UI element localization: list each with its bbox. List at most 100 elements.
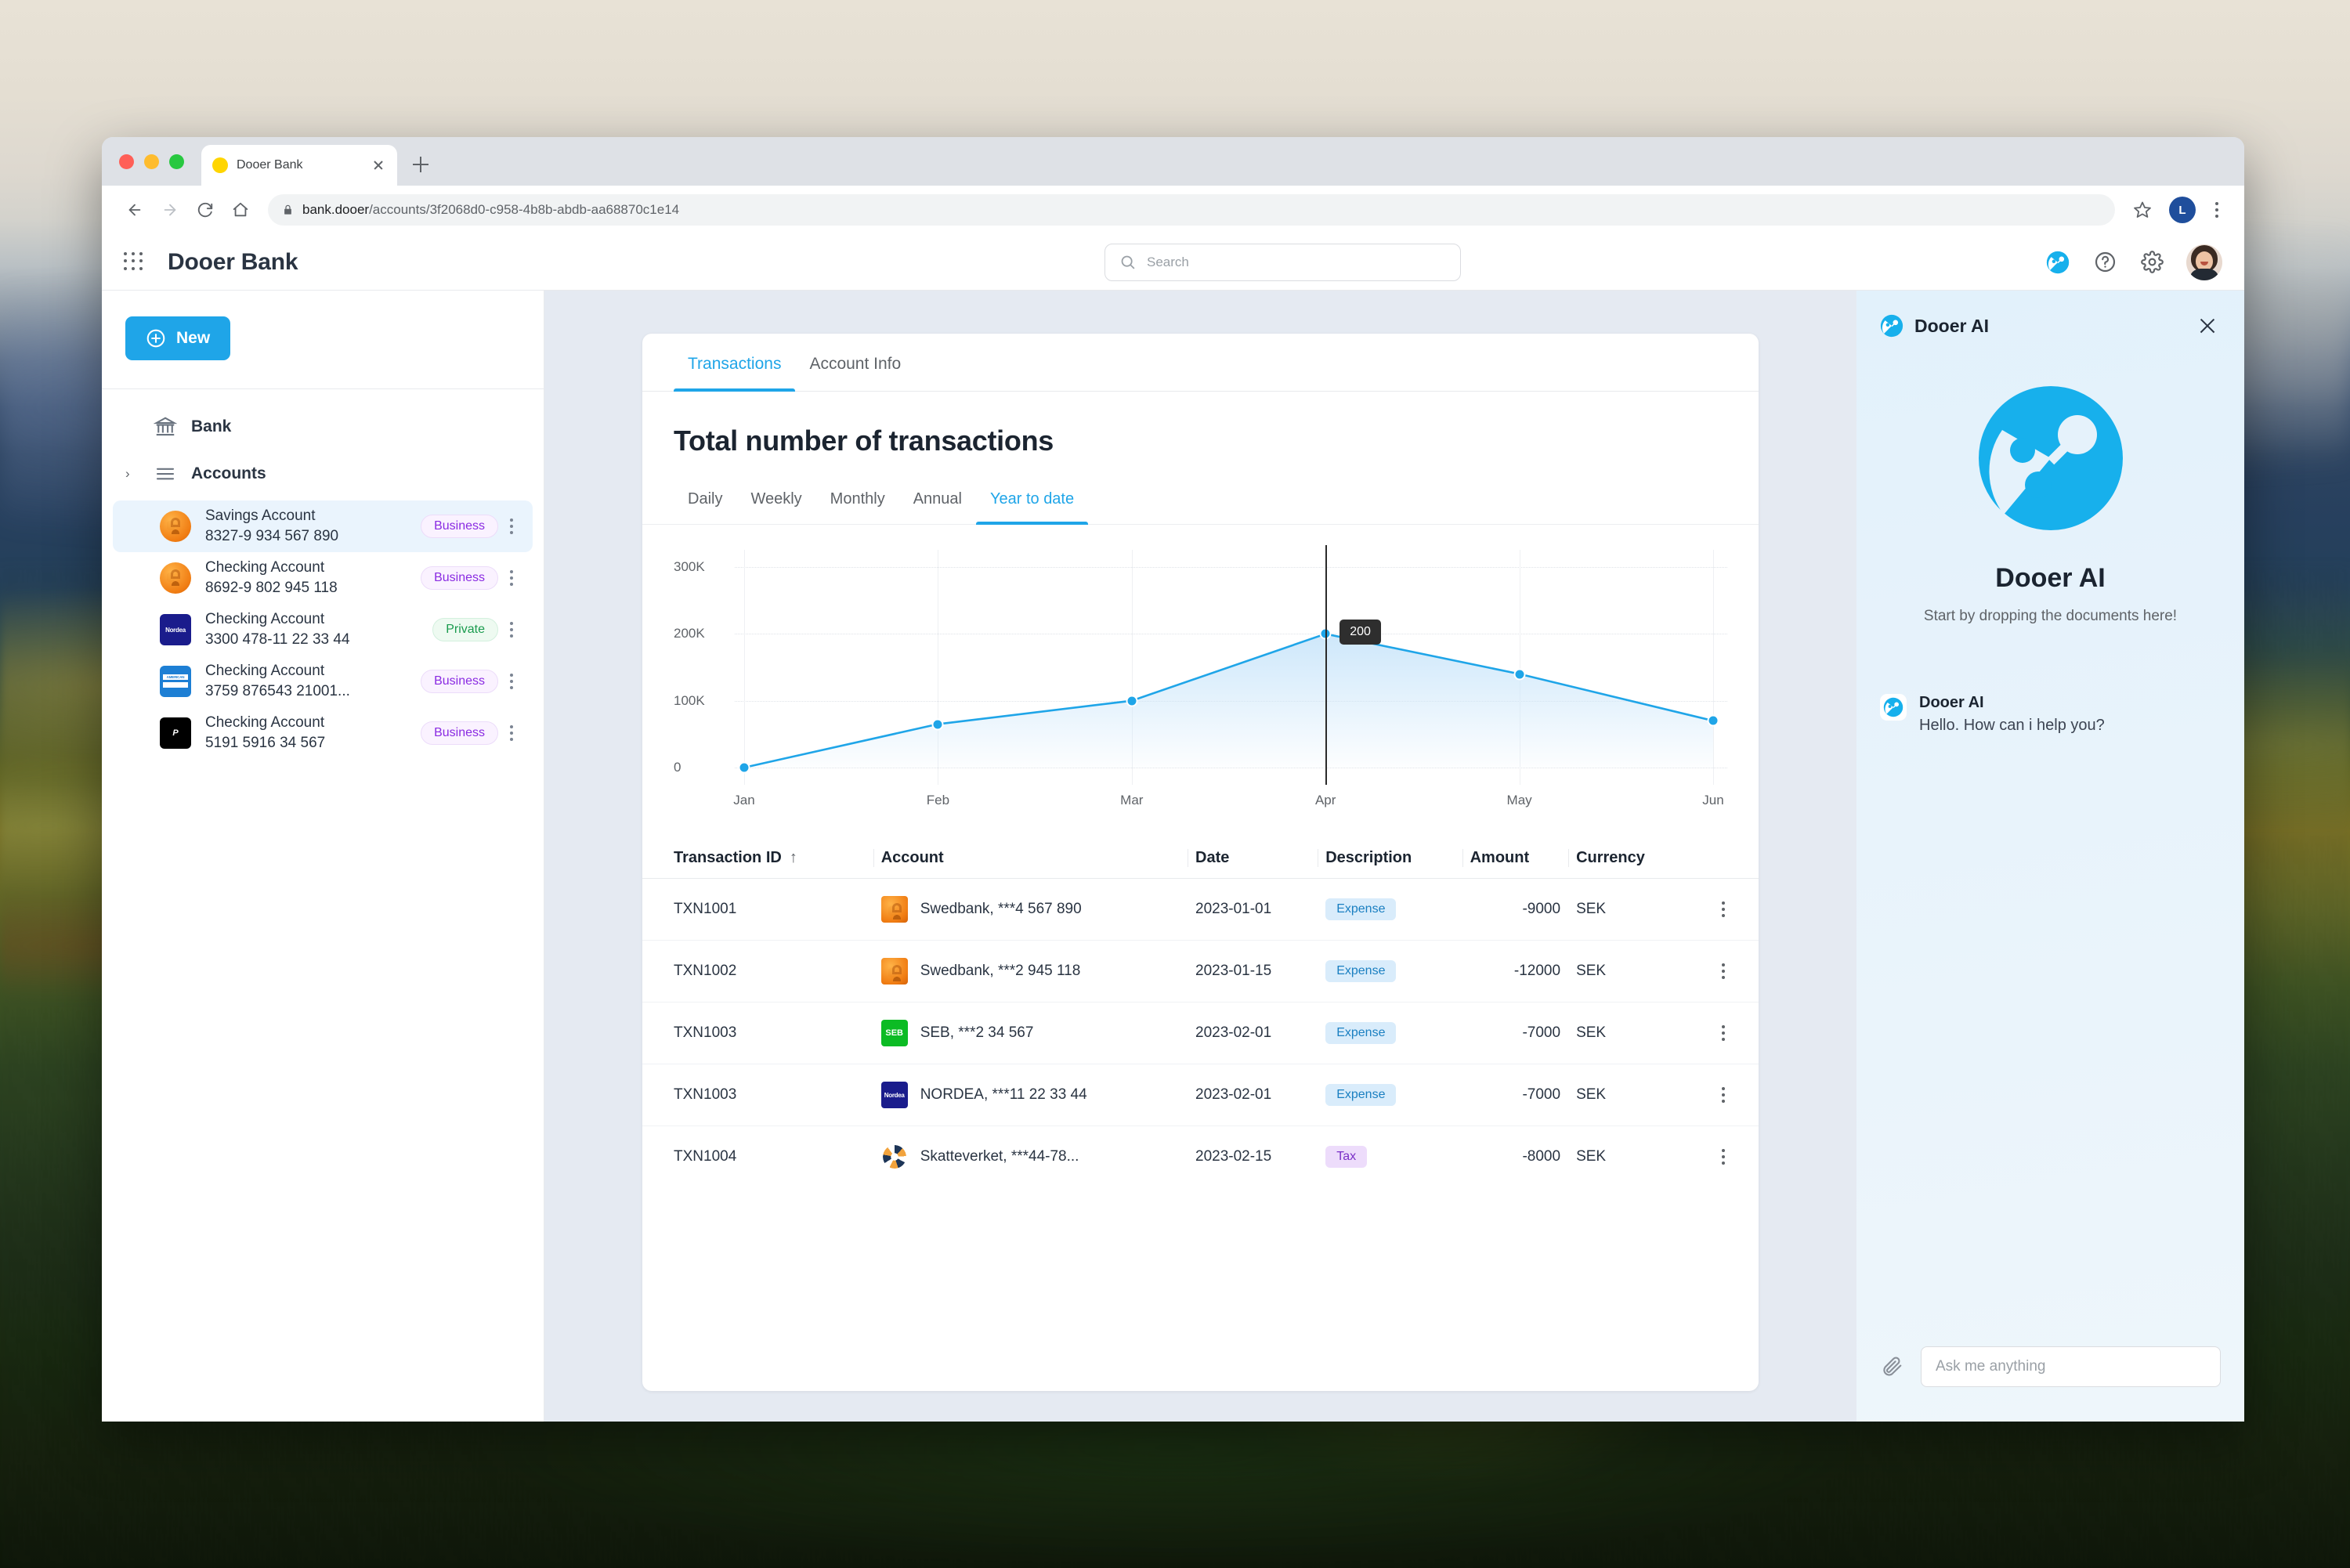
- new-tab-button[interactable]: [407, 150, 435, 179]
- cell-description: Expense: [1318, 1064, 1462, 1126]
- sidebar-account-item[interactable]: Checking Account 8692-9 802 945 118 Busi…: [113, 552, 533, 604]
- table-header-date[interactable]: Date: [1188, 838, 1318, 879]
- range-monthly[interactable]: Monthly: [816, 481, 899, 524]
- new-button[interactable]: New: [125, 316, 231, 360]
- chart-series: [743, 632, 1714, 769]
- account-type-badge: Business: [421, 721, 498, 745]
- row-menu-icon[interactable]: [1696, 963, 1751, 979]
- minimize-window-button[interactable]: [144, 154, 159, 169]
- ai-hero: Dooer AI Start by dropping the documents…: [1856, 380, 2244, 625]
- paperclip-icon[interactable]: [1880, 1353, 1907, 1380]
- account-menu-icon[interactable]: [498, 518, 525, 534]
- table-header-row: Transaction ID ↑ Account Date Description Amo…: [642, 838, 1759, 879]
- bookmark-star-icon[interactable]: [2127, 194, 2158, 226]
- chart-data-point[interactable]: [738, 761, 750, 774]
- settings-gear-icon[interactable]: [2139, 250, 2164, 275]
- chart-data-point[interactable]: [1707, 714, 1719, 727]
- swedbank-icon: [160, 511, 191, 542]
- table-row[interactable]: TXN1002 Swedbank, ***2 945 118 2023-01-1…: [642, 940, 1759, 1003]
- forward-icon[interactable]: [154, 194, 186, 226]
- row-menu-icon[interactable]: [1696, 901, 1751, 917]
- help-icon[interactable]: [2092, 250, 2117, 275]
- user-avatar[interactable]: [2186, 244, 2222, 280]
- row-menu-icon[interactable]: [1696, 1087, 1751, 1103]
- sort-asc-icon[interactable]: ↑: [790, 849, 797, 867]
- table-row[interactable]: TXN1003 Nordea NORDEA, ***11 22 33 44 202…: [642, 1064, 1759, 1126]
- browser-tab[interactable]: Dooer Bank: [201, 145, 397, 186]
- chart-cursor-line: [1325, 545, 1328, 785]
- sidebar-account-item[interactable]: P Checking Account 5191 5916 34 567 Busi…: [113, 707, 533, 759]
- account-number: 3300 478-11 22 33 44: [205, 630, 350, 648]
- chevron-right-icon[interactable]: ›: [125, 466, 139, 482]
- cell-amount: -7000: [1462, 1064, 1569, 1126]
- back-icon[interactable]: [119, 194, 150, 226]
- tab-title: Dooer Bank: [237, 158, 303, 172]
- sidebar-account-item[interactable]: Nordea Checking Account 3300 478-11 22 3…: [113, 604, 533, 656]
- account-menu-icon[interactable]: [498, 570, 525, 586]
- dooer-ai-logo: [1978, 386, 2123, 530]
- table-header-amount[interactable]: Amount: [1462, 838, 1569, 879]
- account-menu-icon[interactable]: [498, 674, 525, 689]
- chart-x-tick: May: [1506, 793, 1532, 807]
- close-icon[interactable]: [2194, 313, 2221, 339]
- ai-message-avatar-icon: [1880, 694, 1907, 721]
- range-weekly[interactable]: Weekly: [736, 481, 815, 524]
- range-annual[interactable]: Annual: [899, 481, 976, 524]
- nordea-icon: Nordea: [880, 1082, 908, 1108]
- table-row[interactable]: TXN1004 Skatteverket, ***44-78... 2023-0…: [642, 1126, 1759, 1188]
- url-path: /accounts/3f2068d0-c958-4b8b-abdb-aa6887…: [369, 202, 680, 217]
- chart-data-point[interactable]: [1126, 695, 1138, 707]
- range-year-to-date[interactable]: Year to date: [975, 481, 1089, 525]
- browser-toolbar: bank.dooer/accounts/3f2068d0-c958-4b8b-a…: [102, 186, 2244, 234]
- dooer-ai-icon[interactable]: [2045, 250, 2070, 275]
- ai-panel-header: Dooer AI: [1856, 291, 2244, 339]
- browser-profile-avatar[interactable]: L: [2169, 197, 2196, 223]
- home-icon[interactable]: [225, 194, 256, 226]
- table-header-description[interactable]: Description: [1318, 838, 1462, 879]
- sidebar-item-bank[interactable]: Bank: [102, 403, 544, 450]
- cell-transaction-id: TXN1004: [674, 1148, 737, 1165]
- transactions-area-chart[interactable]: 0 100K 200K 300K 200: [674, 545, 1727, 785]
- row-menu-icon[interactable]: [1696, 1149, 1751, 1165]
- table-row[interactable]: TXN1001 Swedbank, ***4 567 890 2023-01-0…: [642, 878, 1759, 941]
- account-menu-icon[interactable]: [498, 725, 525, 741]
- maximize-window-button[interactable]: [169, 154, 184, 169]
- address-bar[interactable]: bank.dooer/accounts/3f2068d0-c958-4b8b-a…: [268, 194, 2115, 226]
- close-tab-icon[interactable]: [371, 157, 386, 173]
- sidebar-account-item[interactable]: AMERICAN Checking Account 3759 876543 21…: [113, 656, 533, 707]
- cell-transaction-id: TXN1001: [642, 878, 873, 941]
- row-menu-icon[interactable]: [1696, 1025, 1751, 1041]
- table-row[interactable]: TXN1003 SEB SEB, ***2 34 567 2023-02-01 E…: [642, 1002, 1759, 1064]
- reload-icon[interactable]: [190, 194, 221, 226]
- account-menu-icon[interactable]: [498, 622, 525, 638]
- table-header-transaction-id[interactable]: Transaction ID ↑: [642, 838, 873, 879]
- chart-x-tick: Jan: [733, 793, 755, 807]
- apps-grid-icon[interactable]: [124, 251, 144, 273]
- swedbank-icon: [160, 562, 191, 594]
- sidebar-item-accounts[interactable]: › Accounts: [102, 450, 544, 497]
- search-placeholder: Search: [1147, 254, 1189, 269]
- cell-transaction-id: TXN1003: [642, 1064, 873, 1126]
- sidebar-account-item[interactable]: Savings Account 8327-9 934 567 890 Busin…: [113, 500, 533, 552]
- close-window-button[interactable]: [119, 154, 134, 169]
- account-name: Checking Account: [205, 558, 325, 576]
- chart-data-point[interactable]: [1513, 668, 1526, 681]
- range-daily[interactable]: Daily: [674, 481, 736, 524]
- list-icon: [156, 468, 175, 480]
- swedbank-icon: [880, 896, 908, 923]
- cell-transaction-id: TXN1003: [642, 1002, 873, 1064]
- account-number: 8692-9 802 945 118: [205, 579, 338, 596]
- search-input[interactable]: Search: [1104, 243, 1461, 281]
- chart-y-tick: 100K: [674, 692, 705, 708]
- sidebar-item-bank-label: Bank: [191, 417, 232, 435]
- table-header-account[interactable]: Account: [873, 838, 1188, 879]
- table-header-currency[interactable]: Currency: [1568, 838, 1688, 879]
- browser-menu-icon[interactable]: [2207, 198, 2227, 222]
- cell-account: SEB SEB, ***2 34 567: [873, 1002, 1188, 1064]
- chart-data-point[interactable]: [931, 718, 944, 731]
- tab-transactions[interactable]: Transactions: [674, 334, 796, 392]
- ai-chat-input[interactable]: Ask me anything: [1921, 1346, 2221, 1387]
- ai-message-text: Hello. How can i help you?: [1919, 717, 2105, 734]
- chart-x-tick: Feb: [926, 793, 950, 807]
- tab-account-info[interactable]: Account Info: [795, 334, 915, 391]
